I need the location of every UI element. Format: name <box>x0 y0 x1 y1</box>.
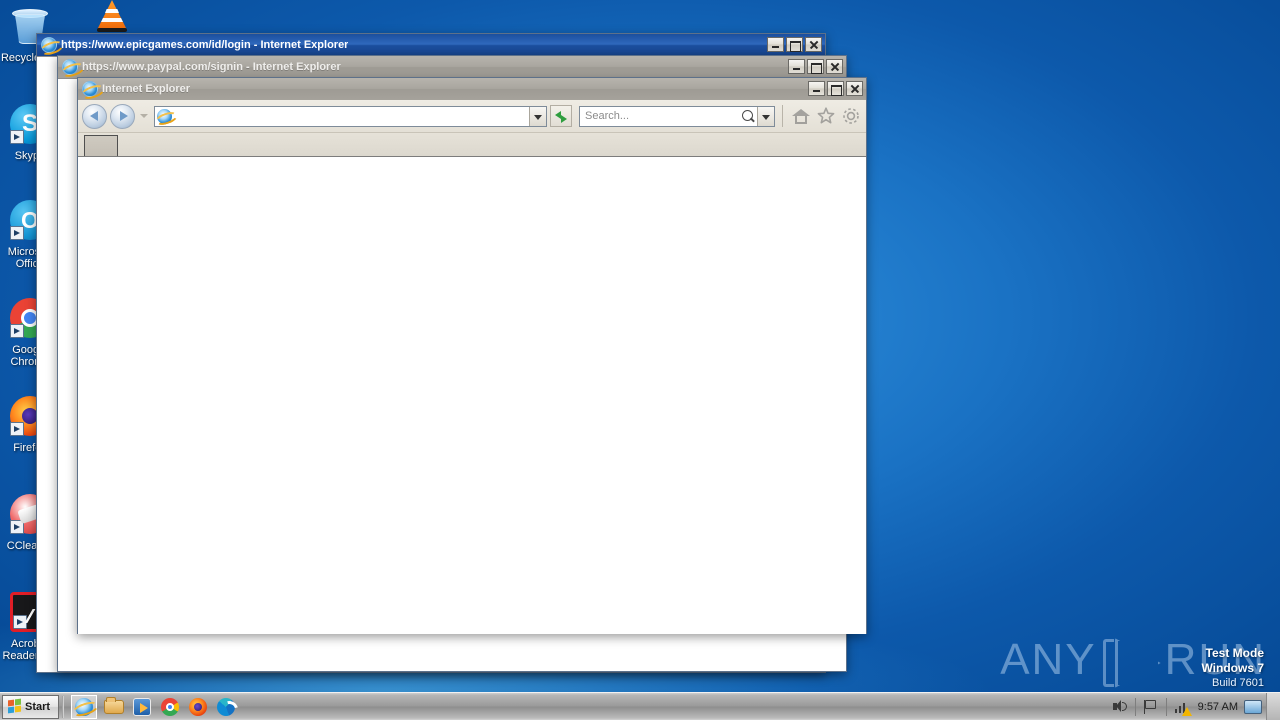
internet-explorer-icon <box>75 697 94 716</box>
test-mode-watermark: Test Mode Windows 7 Build 7601 <box>1201 646 1264 690</box>
maximize-button[interactable] <box>827 81 844 96</box>
volume-icon[interactable] <box>1110 697 1130 717</box>
close-button[interactable] <box>826 59 843 74</box>
browser-toolbar[interactable]: Search... <box>78 100 866 132</box>
microsoft-edge-icon <box>217 697 236 716</box>
toolbar-divider <box>782 105 783 127</box>
gear-icon[interactable] <box>840 105 862 127</box>
minimize-button[interactable] <box>808 81 825 96</box>
folder-icon <box>104 696 125 714</box>
back-button[interactable] <box>82 103 107 129</box>
window-controls[interactable] <box>788 59 843 74</box>
google-chrome-icon <box>161 697 180 716</box>
quick-launch-bar[interactable] <box>71 694 237 719</box>
start-button[interactable]: Start <box>2 694 60 719</box>
mozilla-firefox-icon <box>189 697 208 716</box>
window-titlebar[interactable]: https://www.paypal.com/signin - Internet… <box>58 56 846 78</box>
tray-divider <box>1165 697 1167 716</box>
clock[interactable]: 9:57 AM <box>1192 701 1244 713</box>
close-button[interactable] <box>846 81 863 96</box>
taskbar-divider <box>62 695 65 718</box>
ie-window-blank[interactable]: Internet Explorer Search... <box>77 77 867 634</box>
minimize-button[interactable] <box>767 37 784 52</box>
system-tray[interactable]: 9:57 AM <box>1110 692 1280 720</box>
internet-explorer-icon <box>62 59 78 75</box>
forward-button[interactable] <box>110 103 135 129</box>
play-triangle-icon <box>1102 637 1159 687</box>
tab-strip[interactable] <box>78 132 866 156</box>
favorites-star-icon[interactable] <box>815 105 837 127</box>
watermark-any-text: ANY <box>1000 635 1097 684</box>
test-mode-line1: Test Mode <box>1205 646 1264 660</box>
taskbar-item-windows-media-player[interactable] <box>131 696 153 718</box>
page-content-area[interactable] <box>78 156 866 634</box>
show-desktop-button[interactable] <box>1266 692 1280 720</box>
search-box[interactable]: Search... <box>579 105 775 127</box>
taskbar-item-microsoft-edge[interactable] <box>215 696 237 718</box>
desktop[interactable]: Recycle Bin Skype Microsoft Office Googl… <box>0 0 1280 720</box>
refresh-button[interactable] <box>550 105 572 127</box>
window-title: Internet Explorer <box>102 83 191 95</box>
test-mode-line2: Windows 7 <box>1201 661 1264 675</box>
tray-divider <box>1134 697 1136 716</box>
minimize-button[interactable] <box>788 59 805 74</box>
window-controls[interactable] <box>808 81 863 96</box>
windows-flag-icon <box>7 698 22 714</box>
internet-explorer-icon <box>41 37 57 53</box>
taskbar-item-google-chrome[interactable] <box>159 696 181 718</box>
window-titlebar[interactable]: Internet Explorer <box>78 78 866 100</box>
show-desktop-monitor-icon[interactable] <box>1244 699 1262 714</box>
window-title: https://www.epicgames.com/id/login - Int… <box>61 39 349 51</box>
taskbar-item-mozilla-firefox[interactable] <box>187 696 209 718</box>
taskbar-item-internet-explorer[interactable] <box>71 694 98 719</box>
history-dropdown-icon[interactable] <box>138 106 151 126</box>
action-center-flag-icon[interactable] <box>1141 697 1161 717</box>
taskbar[interactable]: Start 9:57 AM <box>0 692 1280 720</box>
browser-tab[interactable] <box>84 135 118 156</box>
start-button-label: Start <box>25 700 51 713</box>
window-controls[interactable] <box>767 37 822 52</box>
address-dropdown-icon[interactable] <box>529 106 546 126</box>
home-icon[interactable] <box>790 105 812 127</box>
maximize-button[interactable] <box>807 59 824 74</box>
test-mode-line3: Build 7601 <box>1212 677 1264 689</box>
taskbar-item-windows-explorer[interactable] <box>103 696 125 718</box>
network-icon[interactable] <box>1172 697 1192 717</box>
internet-explorer-icon <box>82 81 98 97</box>
search-input[interactable]: Search... <box>580 110 739 122</box>
magnifier-icon[interactable] <box>739 107 757 126</box>
media-player-icon <box>133 697 152 716</box>
maximize-button[interactable] <box>786 37 803 52</box>
internet-explorer-icon <box>157 108 172 124</box>
window-title: https://www.paypal.com/signin - Internet… <box>82 61 341 73</box>
address-bar[interactable] <box>154 105 547 127</box>
window-titlebar[interactable]: https://www.epicgames.com/id/login - Int… <box>37 34 825 56</box>
search-provider-dropdown-icon[interactable] <box>757 106 774 126</box>
close-button[interactable] <box>805 37 822 52</box>
